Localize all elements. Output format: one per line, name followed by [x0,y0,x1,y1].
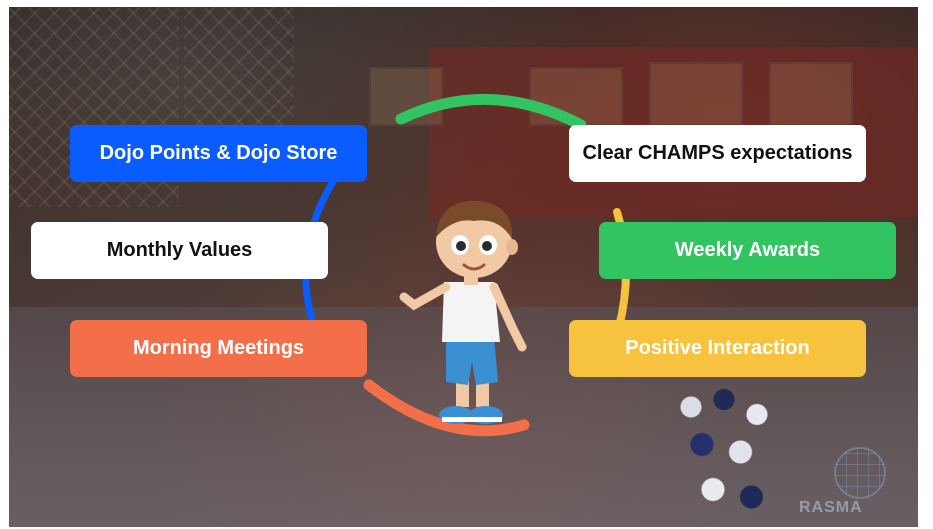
morning-meetings-label: Morning Meetings [132,337,305,359]
champs-label: Clear CHAMPS expectations [582,142,853,164]
positive-interaction-card: Positive Interaction [569,320,866,377]
video-frame: RASMA Dojo Points & Dojo Store Monthly V… [9,7,918,527]
morning-meetings-card: Morning Meetings [70,320,367,377]
dojo-points-card: Dojo Points & Dojo Store [70,125,367,182]
weekly-awards-label: Weekly Awards [674,239,821,261]
monthly-values-card: Monthly Values [31,222,328,279]
weekly-awards-card: Weekly Awards [599,222,896,279]
character-illustration [399,200,527,424]
dojo-points-label: Dojo Points & Dojo Store [99,142,338,164]
monthly-values-label: Monthly Values [106,239,253,261]
green-arc [395,94,587,131]
positive-interaction-label: Positive Interaction [625,337,810,359]
champs-card: Clear CHAMPS expectations [569,125,866,182]
